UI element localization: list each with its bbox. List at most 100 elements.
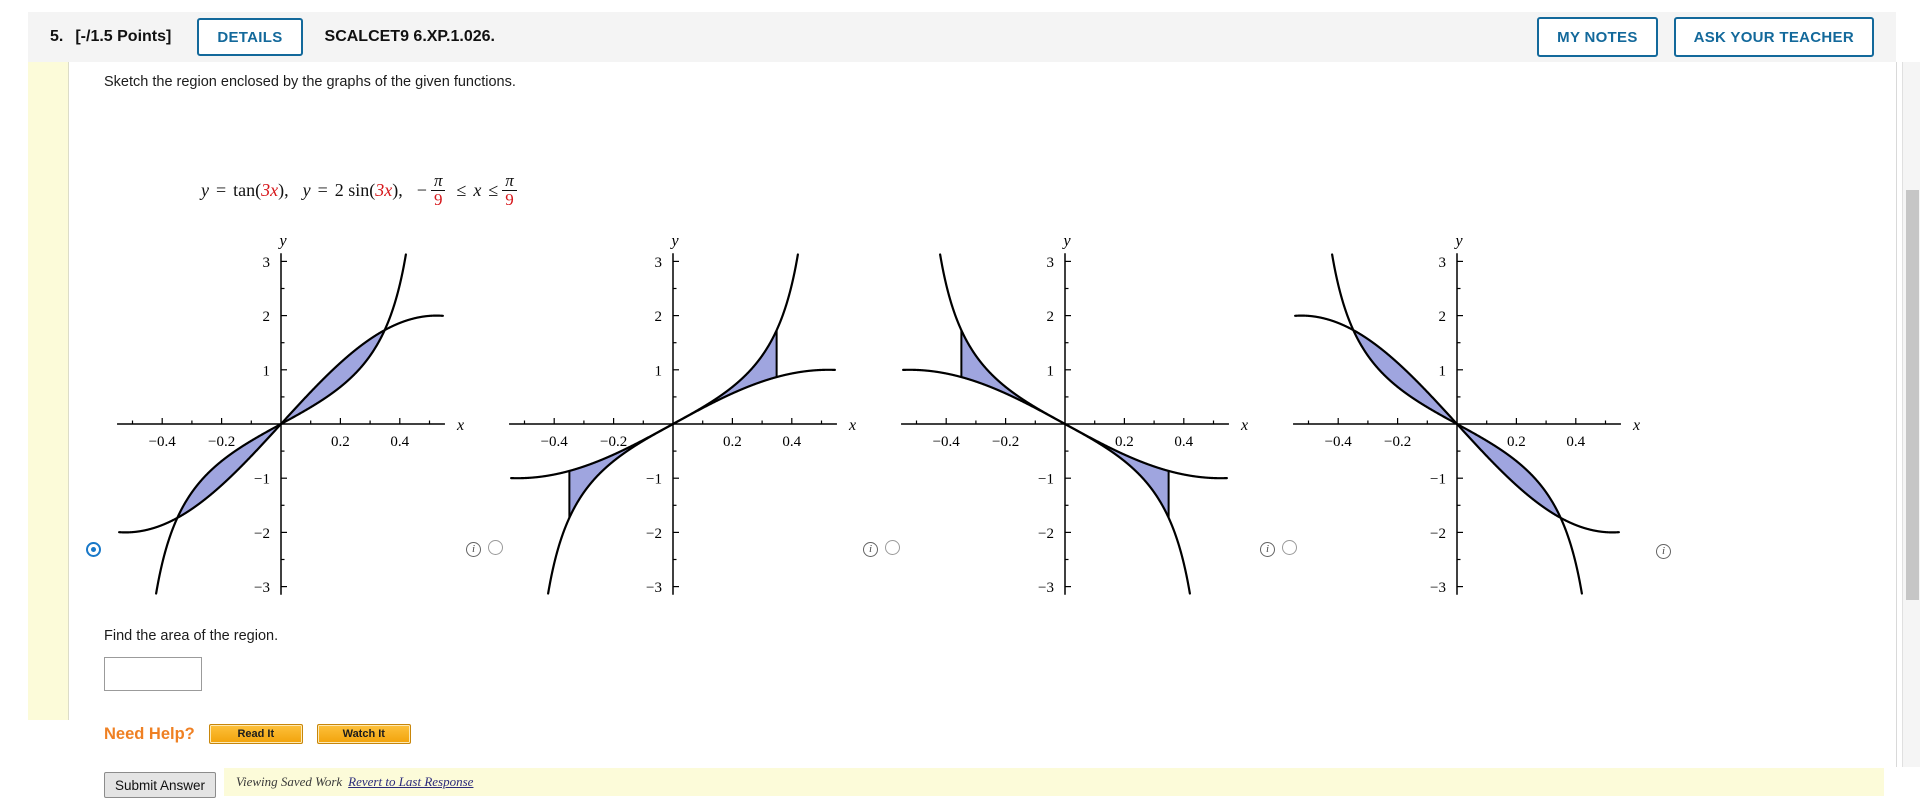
- y-tick-label: 2: [263, 309, 271, 325]
- saved-work-bar: Viewing Saved Work Revert to Last Respon…: [224, 768, 1884, 796]
- equation-ineq-2: ≤: [488, 179, 499, 200]
- x-tick-label: 0.2: [331, 434, 350, 450]
- x-tick-label: −0.2: [208, 434, 235, 450]
- equation-tan-arg: 3x: [261, 179, 279, 200]
- equation-fraction-left: π 9: [430, 171, 446, 209]
- y-tick-label: −2: [1430, 526, 1446, 542]
- graph-svg-2[interactable]: −0.4 −0.2 0.2 0.4 3 2 1 −1 −2 −3 x y: [468, 212, 860, 602]
- answer-choice-graphs: −0.4 −0.2 0.2 0.4 3 2 1 −1 −2 −3 x y −0.4 −0.2 0.2 0.4…: [76, 212, 1886, 602]
- x-tick-label: 0.2: [1115, 434, 1134, 450]
- find-area-label: Find the area of the region.: [104, 628, 279, 644]
- graph-svg-1[interactable]: −0.4 −0.2 0.2 0.4 3 2 1 −1 −2 −3 x y: [76, 212, 468, 602]
- x-axis-label: x: [1632, 417, 1640, 434]
- info-icon-3[interactable]: i: [1260, 542, 1275, 557]
- equation-y1: y: [201, 179, 209, 200]
- equation-sin-close: ),: [392, 179, 403, 200]
- revert-link[interactable]: Revert to Last Response: [348, 774, 473, 790]
- x-tick-label: −0.4: [1325, 434, 1353, 450]
- x-tick-label: 0.4: [1174, 434, 1193, 450]
- equation-frac-right-den: 9: [502, 189, 517, 209]
- radio-choice-2[interactable]: [488, 540, 503, 555]
- answer-input[interactable]: [104, 657, 202, 691]
- y-tick-label: −1: [254, 472, 270, 488]
- graph-svg-4[interactable]: −0.4 −0.2 0.2 0.4 3 2 1 −1 −2 −3 x y: [1252, 212, 1644, 602]
- y-tick-label: −3: [1430, 580, 1446, 596]
- equation-minus: −: [416, 179, 427, 200]
- x-tick-label: −0.4: [541, 434, 569, 450]
- x-tick-label: −0.2: [992, 434, 1019, 450]
- answer-choice-3[interactable]: −0.4 −0.2 0.2 0.4 3 2 1 −1 −2 −3 x y: [860, 212, 1252, 602]
- y-tick-label: −2: [254, 526, 270, 542]
- answer-choice-1[interactable]: −0.4 −0.2 0.2 0.4 3 2 1 −1 −2 −3 x y: [76, 212, 468, 602]
- my-notes-button[interactable]: MY NOTES: [1537, 17, 1658, 57]
- scrollbar-thumb[interactable]: [1906, 190, 1919, 600]
- ask-your-teacher-button[interactable]: ASK YOUR TEACHER: [1673, 17, 1874, 57]
- y-tick-label: −3: [646, 580, 662, 596]
- y-tick-label: 3: [1439, 255, 1447, 271]
- y-tick-label: −2: [646, 526, 662, 542]
- y-tick-label: 1: [1439, 363, 1447, 379]
- radio-choice-1[interactable]: [86, 542, 101, 557]
- info-icon-2[interactable]: i: [863, 542, 878, 557]
- y-tick-label: 3: [1047, 255, 1055, 271]
- saved-work-label: Viewing Saved Work: [236, 774, 343, 789]
- shaded-region-1-2: [281, 330, 385, 424]
- watch-it-button[interactable]: Watch It: [316, 724, 411, 744]
- answer-choice-2[interactable]: −0.4 −0.2 0.2 0.4 3 2 1 −1 −2 −3 x y: [468, 212, 860, 602]
- y-tick-label: 2: [655, 309, 663, 325]
- x-axis-label: x: [456, 417, 464, 434]
- x-tick-label: 0.2: [1507, 434, 1526, 450]
- question-body: Sketch the region enclosed by the graphs…: [28, 62, 1897, 798]
- x-axis-label: x: [848, 417, 856, 434]
- x-tick-label: 0.4: [782, 434, 801, 450]
- details-button[interactable]: DETAILS: [197, 18, 303, 56]
- equation-frac-right-num: π: [505, 171, 514, 190]
- radio-choice-3[interactable]: [885, 540, 900, 555]
- y-tick-label: −3: [1038, 580, 1054, 596]
- y-tick-label: 2: [1047, 309, 1055, 325]
- submit-answer-button[interactable]: Submit Answer: [104, 772, 217, 798]
- problem-equation: y = tan( 3x ), y = 2 sin( 3x ), − π 9 ≤: [201, 172, 521, 209]
- page-root: 5. [-/1.5 Points] DETAILS SCALCET9 6.XP.…: [0, 0, 1920, 798]
- y-axis-label: y: [1453, 232, 1463, 249]
- x-tick-label: −0.2: [1384, 434, 1411, 450]
- radio-choice-4[interactable]: [1282, 540, 1297, 555]
- equation-sin-arg: 3x: [375, 179, 393, 200]
- read-it-button[interactable]: Read It: [208, 724, 303, 744]
- info-icon-4[interactable]: i: [1656, 544, 1671, 559]
- question-content: Sketch the region enclosed by the graphs…: [76, 62, 1886, 798]
- y-tick-label: −2: [1038, 526, 1054, 542]
- question-number: 5.: [50, 28, 64, 45]
- equation-eq1: =: [216, 179, 227, 200]
- equation-frac-left-num: π: [433, 171, 443, 190]
- x-tick-label: −0.2: [600, 434, 627, 450]
- y-tick-label: −1: [646, 472, 662, 488]
- submit-row: Viewing Saved Work Revert to Last Respon…: [94, 768, 1884, 798]
- y-axis-label: y: [277, 232, 287, 249]
- scrollbar-track[interactable]: [1902, 62, 1920, 767]
- y-axis-label: y: [1061, 232, 1071, 249]
- equation-y2: y: [302, 179, 311, 200]
- need-help-label: Need Help?: [104, 724, 195, 743]
- x-tick-label: −0.4: [149, 434, 177, 450]
- x-tick-label: 0.4: [1566, 434, 1585, 450]
- question-header: 5. [-/1.5 Points] DETAILS SCALCET9 6.XP.…: [28, 12, 1896, 63]
- y-tick-label: 1: [263, 363, 271, 379]
- x-tick-label: 0.2: [723, 434, 742, 450]
- equation-frac-left-den: 9: [430, 189, 446, 209]
- y-tick-label: −3: [254, 580, 270, 596]
- points-label: [-/1.5 Points]: [75, 28, 172, 45]
- need-help-row: Need Help? Read It Watch It: [104, 724, 425, 744]
- assignment-code: SCALCET9 6.XP.1.026.: [324, 28, 495, 45]
- y-tick-label: 1: [1047, 363, 1055, 379]
- answer-choice-4[interactable]: −0.4 −0.2 0.2 0.4 3 2 1 −1 −2 −3 x y: [1252, 212, 1644, 602]
- y-axis-label: y: [669, 232, 679, 249]
- y-tick-label: 3: [655, 255, 663, 271]
- y-tick-label: −1: [1038, 472, 1054, 488]
- equation-eq2: =: [317, 179, 328, 200]
- info-icon-1[interactable]: i: [466, 542, 481, 557]
- header-actions: MY NOTES ASK YOUR TEACHER: [1537, 17, 1874, 57]
- y-tick-label: 2: [1439, 309, 1447, 325]
- graph-svg-3[interactable]: −0.4 −0.2 0.2 0.4 3 2 1 −1 −2 −3 x y: [860, 212, 1252, 602]
- shaded-region-2-2: [673, 330, 777, 424]
